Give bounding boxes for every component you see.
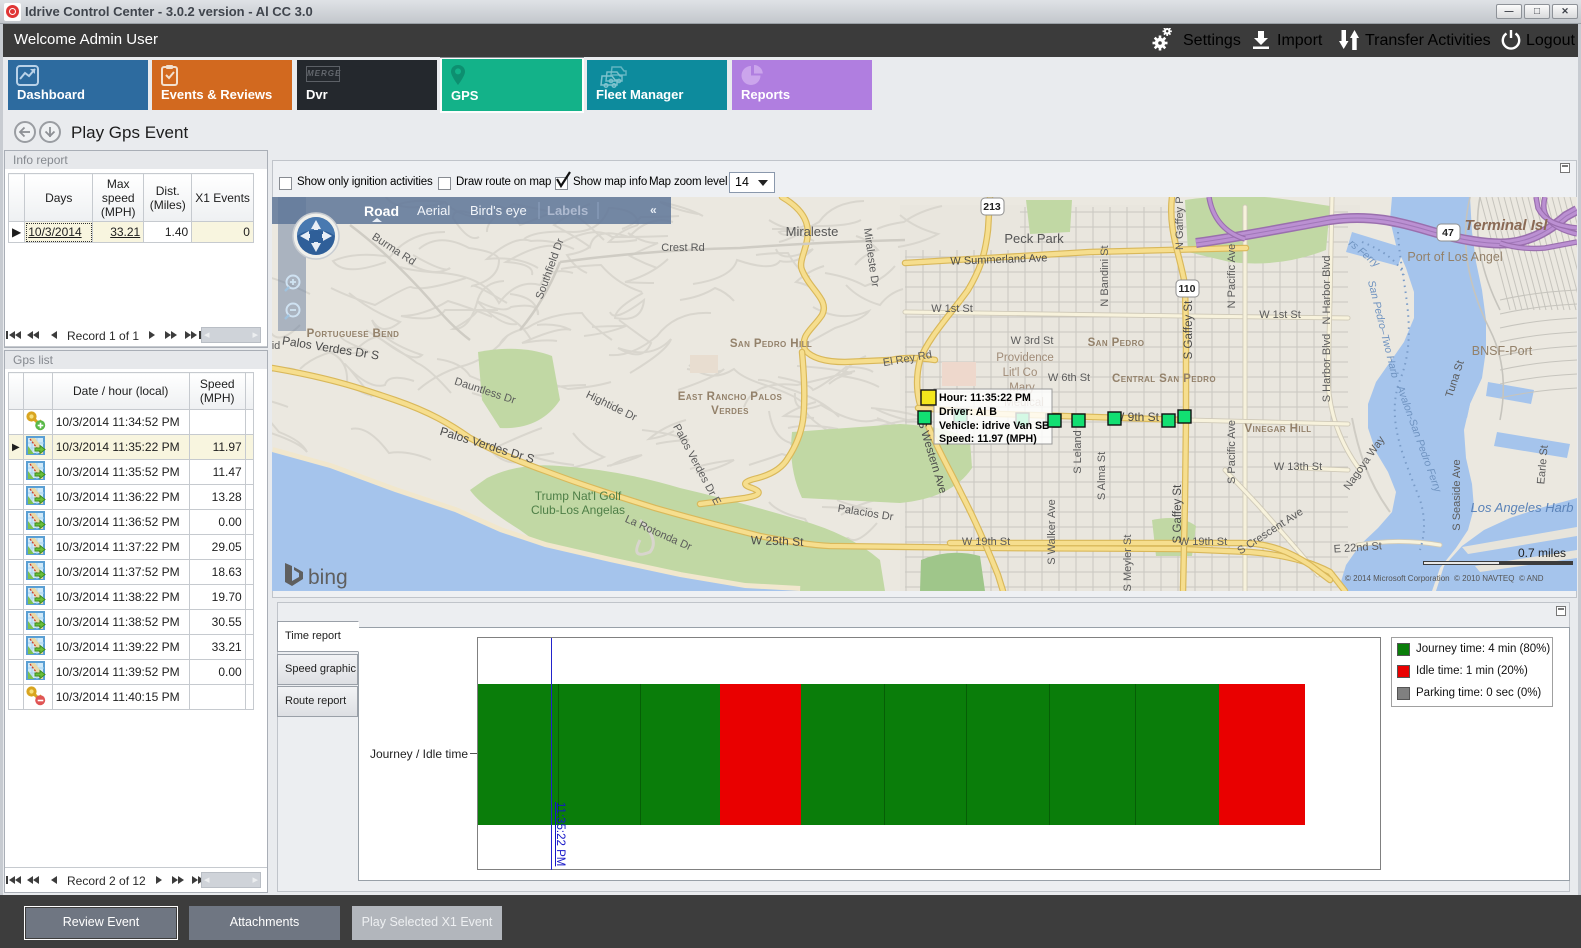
svg-text:Hour: 11:35:22 PM: Hour: 11:35:22 PM (939, 392, 1031, 404)
svg-text:S Alma St: S Alma St (1096, 452, 1108, 500)
svg-text:S Seaside Ave: S Seaside Ave (1451, 459, 1463, 530)
svg-text:Trump Nat'l Golf: Trump Nat'l Golf (535, 489, 622, 503)
svg-text:«: « (650, 203, 657, 217)
svg-text:© 2014 Microsoft Corporation: © 2014 Microsoft Corporation © 2010 NAVT… (1345, 574, 1544, 583)
svg-text:0.7 miles: 0.7 miles (1518, 546, 1566, 560)
svg-text:S Gaffey St: S Gaffey St (1183, 300, 1195, 359)
svg-text:East Rancho Palos: East Rancho Palos (678, 391, 783, 403)
svg-text:Miraleste: Miraleste (786, 224, 839, 239)
svg-text:S Leland: S Leland (1072, 430, 1084, 473)
svg-text:Verdes: Verdes (711, 405, 749, 417)
svg-text:W 1st St: W 1st St (931, 303, 973, 315)
svg-text:Portuguese Bend: Portuguese Bend (307, 328, 400, 340)
svg-text:id: id (272, 340, 280, 352)
svg-text:N Bandini St: N Bandini St (1099, 245, 1111, 306)
svg-text:Peck Park: Peck Park (1004, 231, 1064, 246)
svg-text:Central San Pedro: Central San Pedro (1112, 373, 1216, 385)
svg-text:Aerial: Aerial (417, 203, 450, 218)
svg-text:bing: bing (308, 566, 348, 589)
svg-text:Los Angeles Harb: Los Angeles Harb (1471, 500, 1574, 515)
svg-text:Speed: 11.97 (MPH): Speed: 11.97 (MPH) (939, 433, 1037, 445)
svg-text:BNSF-Port: BNSF-Port (1472, 344, 1533, 358)
svg-text:Vinegar Hill: Vinegar Hill (1244, 423, 1311, 435)
svg-text:N Gaffey Pl: N Gaffey Pl (1174, 197, 1186, 250)
svg-text:Club-Los Angelas: Club-Los Angelas (531, 503, 625, 517)
svg-text:Labels: Labels (547, 203, 588, 218)
svg-text:Vehicle: idrive Van SB: Vehicle: idrive Van SB (939, 420, 1050, 432)
svg-text:W 19th St: W 19th St (1179, 536, 1227, 548)
svg-text:W 25th St: W 25th St (751, 533, 805, 549)
svg-text:110: 110 (1179, 283, 1196, 295)
svg-text:N Pacific Ave: N Pacific Ave (1226, 244, 1238, 309)
svg-text:San Pedro: San Pedro (1088, 337, 1145, 349)
svg-text:47: 47 (1442, 227, 1454, 239)
svg-text:W 3rd St: W 3rd St (1011, 335, 1054, 347)
svg-text:Bird's eye: Bird's eye (470, 203, 527, 218)
svg-text:S Pacific Ave: S Pacific Ave (1226, 420, 1238, 484)
svg-text:S Harbor Blvd: S Harbor Blvd (1321, 334, 1333, 402)
svg-text:W 6th St: W 6th St (1048, 372, 1090, 384)
svg-text:N Harbor Blvd: N Harbor Blvd (1321, 255, 1333, 324)
svg-text:Road: Road (364, 203, 399, 219)
svg-text:Terminal Isl: Terminal Isl (1465, 217, 1549, 234)
svg-text:Crest Rd: Crest Rd (661, 242, 704, 254)
svg-text:Driver: Al B: Driver: Al B (939, 406, 997, 418)
svg-text:W 19th St: W 19th St (962, 536, 1010, 548)
svg-text:S Walker Ave: S Walker Ave (1046, 499, 1058, 564)
svg-text:Providence: Providence (996, 352, 1054, 364)
svg-text:W 1st St: W 1st St (1259, 309, 1301, 321)
svg-text:W 13th St: W 13th St (1274, 461, 1322, 473)
svg-text:San Pedro Hill: San Pedro Hill (730, 338, 812, 350)
svg-text:Port of Los Angel: Port of Los Angel (1407, 250, 1502, 264)
svg-text:S Meyler St: S Meyler St (1122, 535, 1134, 591)
svg-text:213: 213 (983, 201, 1001, 213)
svg-text:Lit'l Co: Lit'l Co (1003, 367, 1038, 379)
svg-text:S Gaffey St: S Gaffey St (1172, 484, 1184, 543)
